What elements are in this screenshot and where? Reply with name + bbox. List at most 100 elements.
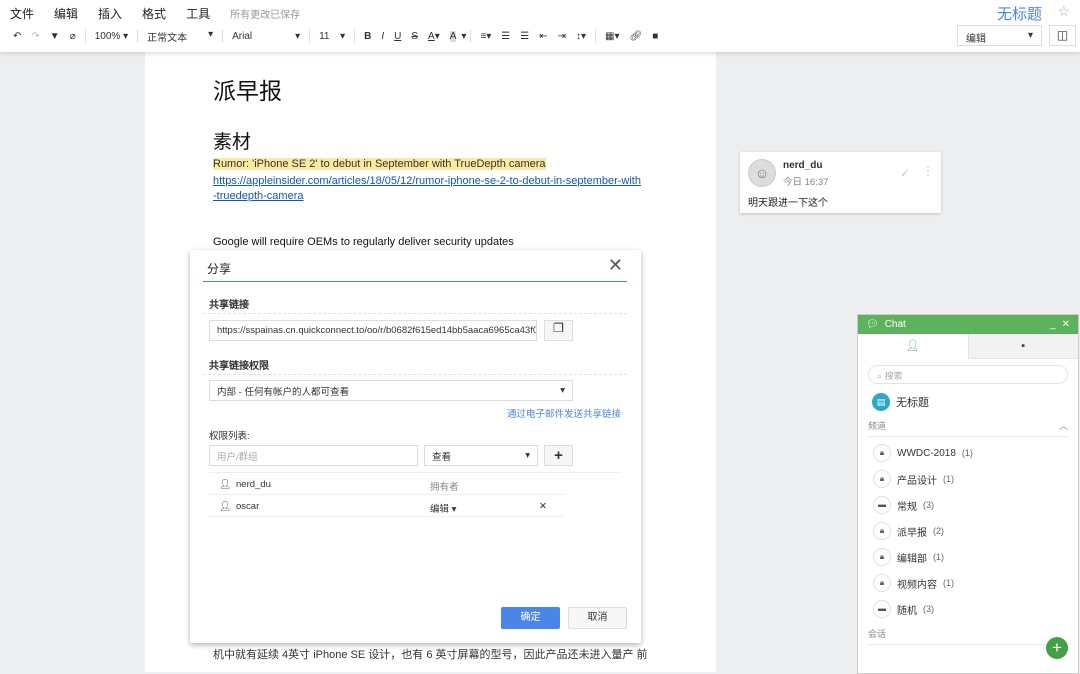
increase-indent-icon[interactable]: ⇥	[558, 31, 566, 42]
channel-name: 派早报	[897, 527, 927, 539]
close-icon[interactable]: ✕	[608, 255, 623, 276]
user-name: oscar	[236, 501, 260, 512]
star-icon[interactable]: ☆	[1057, 3, 1070, 20]
email-link[interactable]: 通过电子邮件发送共享链接	[507, 406, 621, 420]
zoom-select[interactable]: 100% ▾	[95, 31, 128, 42]
remove-user-icon[interactable]: ✕	[539, 501, 547, 512]
line-spacing-icon[interactable]: ↕▾	[576, 31, 586, 42]
channel-count: (3)	[923, 604, 934, 614]
channel-count: (1)	[933, 552, 944, 562]
panel-toggle-icon[interactable]: ◫	[1049, 25, 1076, 46]
paint-format-icon[interactable]: ▼	[50, 31, 60, 42]
channels-header[interactable]: 频道 ︿	[868, 419, 1068, 437]
channel-item[interactable]: 🔒︎ 视频内容 (1)	[873, 570, 1078, 596]
copy-icon[interactable]: ❐	[544, 320, 573, 341]
minimize-icon[interactable]: _	[1050, 319, 1056, 330]
font-select[interactable]: Arial ▾	[232, 31, 300, 42]
chat-icon: ▬	[873, 496, 891, 514]
channel-item[interactable]: 🔒︎ WWDC-2018 (1)	[873, 440, 1078, 466]
comment-icon[interactable]: ■	[652, 31, 658, 42]
channel-item[interactable]: 🔒︎ 编辑部 (1)	[873, 544, 1078, 570]
permission-row: 👤︎ oscar 编辑 ▾ ✕	[209, 495, 564, 517]
bold-icon[interactable]: B	[364, 31, 371, 42]
channels-label: 频道	[868, 421, 887, 431]
confirm-button[interactable]: 确定	[501, 607, 560, 629]
strikethrough-icon[interactable]: S	[411, 31, 418, 42]
chat-doc-name: 无标题	[896, 397, 929, 409]
toolbar: ↶ ↷ ▼ ⌀ 100% ▾ 正常文本 ▾ Arial ▾ 11 ▾ B I U…	[13, 28, 659, 44]
conversations-header: 会话	[868, 627, 1068, 645]
message-icon: ▪	[1021, 340, 1026, 352]
decrease-indent-icon[interactable]: ⇤	[539, 31, 547, 42]
channel-count: (1)	[943, 578, 954, 588]
lock-icon: 🔒︎	[873, 522, 891, 540]
search-icon: ⌕	[877, 371, 883, 381]
chat-icon: ▬	[873, 600, 891, 618]
user-group-placeholder: 用户/群组	[217, 451, 258, 463]
channel-item[interactable]: ▬ 常规 (3)	[873, 492, 1078, 518]
font-value: Arial	[232, 30, 253, 42]
link-permission-select[interactable]: 内部 - 任何有帐户的人都可查看 ▾	[209, 380, 573, 401]
clear-format-icon[interactable]: ⌀	[70, 31, 76, 42]
user-icon: 👤︎	[219, 501, 232, 512]
undo-icon[interactable]: ↶	[13, 31, 21, 42]
channel-item[interactable]: 🔒︎ 产品设计 (1)	[873, 466, 1078, 492]
channel-item[interactable]: ▬ 随机 (3)	[873, 596, 1078, 622]
style-value: 正常文本	[147, 32, 188, 44]
text-color-icon[interactable]: A▾	[428, 31, 440, 42]
channel-count: (1)	[961, 448, 973, 458]
link-icon[interactable]: 🔗︎	[630, 31, 643, 42]
chevron-down-icon: ▾	[1027, 30, 1033, 41]
menu-edit[interactable]: 编辑	[54, 5, 78, 22]
user-role: 拥有者	[430, 482, 459, 493]
close-icon[interactable]: ✕	[1062, 319, 1070, 330]
align-icon[interactable]: ≡▾	[480, 31, 491, 42]
chat-search-input[interactable]: ⌕ 搜索	[868, 365, 1068, 384]
user-role-select[interactable]: 编辑 ▾	[430, 501, 456, 515]
link-permission-value: 内部 - 任何有帐户的人都可查看	[217, 386, 349, 398]
table-icon[interactable]: ▦▾	[605, 31, 619, 42]
more-icon[interactable]: ⋮	[922, 164, 934, 178]
menu-format[interactable]: 格式	[142, 5, 166, 22]
tab-contacts[interactable]: 👤︎	[858, 334, 968, 359]
top-bar: 文件 编辑 插入 格式 工具 所有更改已保存 ↶ ↷ ▼ ⌀ 100% ▾ 正常…	[0, 0, 1080, 52]
mode-value: 编辑	[966, 34, 986, 45]
resolve-icon[interactable]: ✓	[900, 166, 910, 180]
conversations-label: 会话	[868, 629, 887, 639]
menu-bar: 文件 编辑 插入 格式 工具 所有更改已保存	[10, 5, 320, 22]
menu-tools[interactable]: 工具	[186, 5, 210, 22]
size-value: 11	[319, 30, 330, 42]
bulleted-list-icon[interactable]: ☰	[520, 31, 529, 42]
chevron-down-icon: ▾	[560, 385, 565, 396]
style-select[interactable]: 正常文本 ▾	[147, 29, 213, 44]
link-permission-label: 共享链接权限	[209, 361, 269, 372]
comment-card[interactable]: ☺ nerd_du 今日 16:37 ✓ ⋮ 明天跟进一下这个	[740, 152, 941, 213]
numbered-list-icon[interactable]: ☰	[501, 31, 510, 42]
channel-name: 常规	[897, 501, 917, 513]
add-conversation-button[interactable]: +	[1046, 637, 1068, 659]
highlight-color-icon[interactable]: A	[449, 30, 457, 42]
size-select[interactable]: 11 ▾	[319, 31, 345, 42]
chat-header: 💬︎ Chat _ ✕	[858, 315, 1078, 334]
role-select[interactable]: 查看 ▾	[424, 445, 538, 466]
dialog-title: 分享	[207, 262, 232, 276]
channel-item[interactable]: 🔒︎ 派早报 (2)	[873, 518, 1078, 544]
lock-icon: 🔒︎	[873, 470, 891, 488]
document-icon: ▤	[872, 393, 890, 411]
italic-icon[interactable]: I	[381, 31, 384, 42]
share-url-input[interactable]: https://sspainas.cn.quickconnect.to/oo/r…	[209, 320, 537, 341]
user-group-input[interactable]: 用户/群组	[209, 445, 418, 466]
article-link[interactable]: https://appleinsider.com/articles/18/05/…	[213, 174, 643, 204]
redo-icon[interactable]: ↷	[31, 31, 39, 42]
user-icon: 👤︎	[219, 479, 232, 490]
channel-name: 产品设计	[897, 475, 937, 487]
tab-messages[interactable]: ▪	[967, 334, 1078, 359]
menu-file[interactable]: 文件	[10, 5, 34, 22]
add-user-button[interactable]: +	[544, 445, 573, 466]
document-title[interactable]: 无标题	[997, 3, 1042, 24]
underline-icon[interactable]: U	[394, 31, 401, 42]
chat-doc-item[interactable]: ▤ 无标题	[872, 393, 1078, 411]
cancel-button[interactable]: 取消	[568, 607, 627, 629]
mode-select[interactable]: 编辑 ▾	[957, 25, 1042, 46]
menu-insert[interactable]: 插入	[98, 5, 122, 22]
